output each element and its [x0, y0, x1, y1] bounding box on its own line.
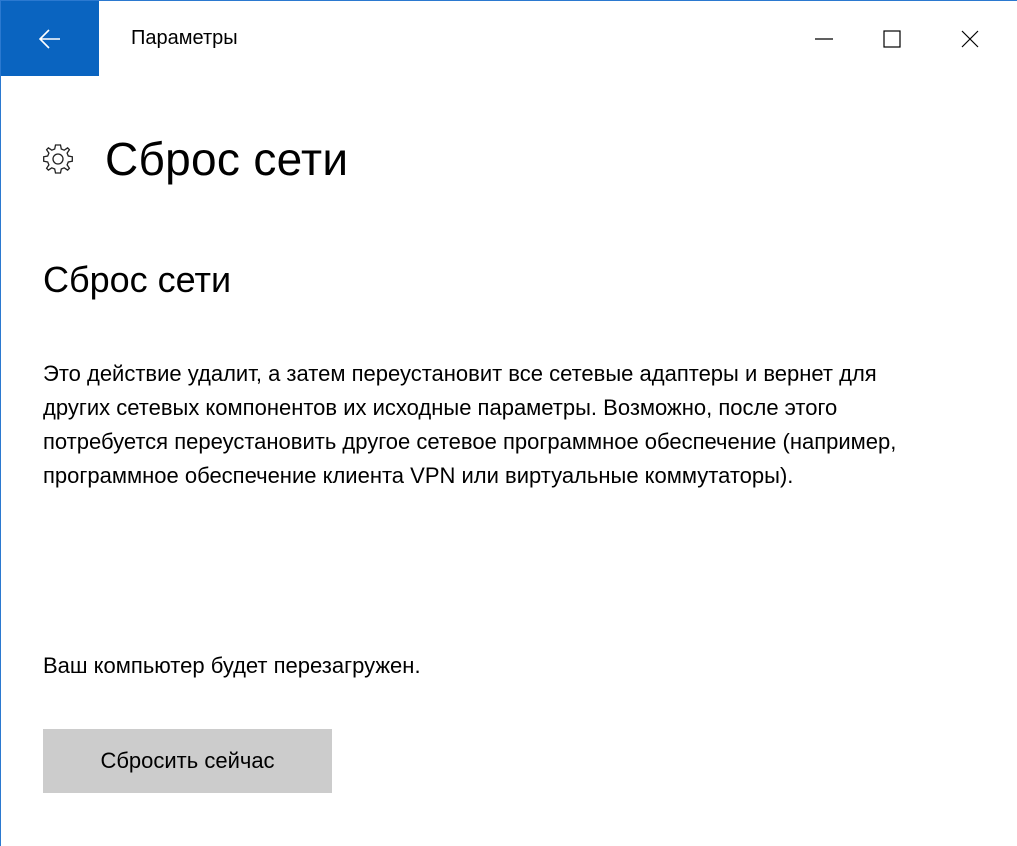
back-arrow-icon: [39, 28, 60, 49]
back-button[interactable]: [1, 1, 99, 76]
minimize-icon: [815, 37, 833, 40]
restart-note: Ваш компьютер будет перезагружен.: [43, 653, 421, 678]
settings-window: Параметры Сброс сети Сброс сети Это дейс…: [0, 0, 1017, 846]
reset-now-button[interactable]: Сбросить сейчас: [43, 729, 332, 793]
description-text: Это действие удалит, а затем переустанов…: [43, 361, 897, 488]
page-title: Сброс сети: [105, 133, 349, 185]
gear-icon: [41, 142, 75, 176]
section-description: Это действие удалит, а затем переустанов…: [43, 357, 923, 493]
maximize-icon: [883, 29, 901, 48]
minimize-button[interactable]: [799, 1, 849, 76]
page-header: Сброс сети: [41, 129, 348, 189]
section-title: Сброс сети: [43, 259, 232, 300]
maximize-button[interactable]: [867, 1, 917, 76]
window-title: Параметры: [131, 27, 238, 49]
title-bar: Параметры: [1, 1, 1017, 76]
close-icon: [961, 30, 979, 47]
close-button[interactable]: [945, 1, 995, 76]
